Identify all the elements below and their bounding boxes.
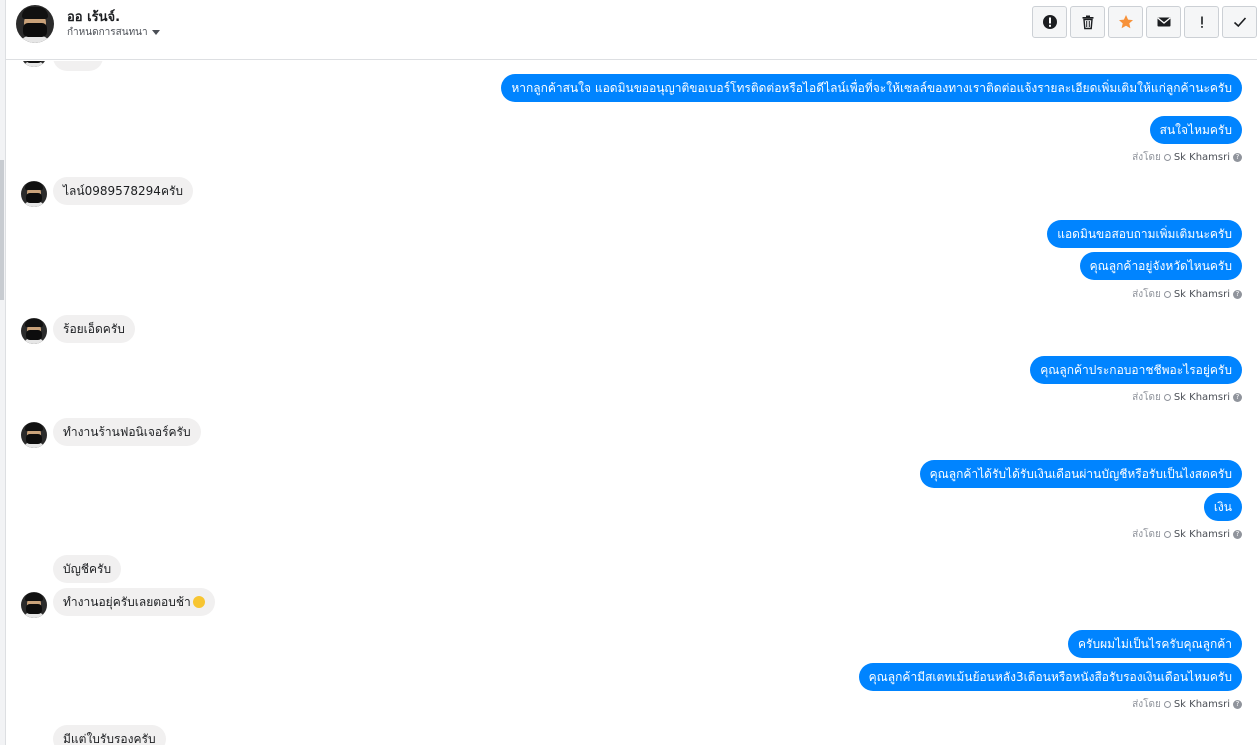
scrollbar-thumb[interactable] (0, 160, 4, 300)
message-bubble-in[interactable]: ไลน์0989578294ครับ (53, 177, 194, 205)
avatar (21, 318, 47, 344)
mark-done-button[interactable] (1222, 6, 1257, 38)
help-icon[interactable]: ? (1233, 153, 1242, 162)
star-icon (1118, 15, 1133, 29)
message-bubble-out[interactable]: คุณลูกค้ามีสเตทเม้นย้อนหลัง3เดือนหรือหนั… (858, 663, 1242, 691)
agent-name[interactable]: Sk Khamsri (1174, 529, 1230, 540)
avatar (21, 181, 47, 207)
message-bubble-out[interactable]: แอดมินขอสอบถามเพิ่มเติมนะครับ (1047, 220, 1242, 248)
alert-circle-icon (1042, 15, 1057, 29)
sent-by-label: ส่งโดย (1132, 289, 1161, 300)
message-bubble-out[interactable]: ครับผมไม่เป็นไรครับคุณลูกค้า (1067, 630, 1242, 658)
conversation-header: ออ เร้นจ์. กำหนดการสนทนา (6, 0, 1257, 60)
avatar (21, 61, 47, 67)
message-bubble-in[interactable]: ทำงานร้านฟอนิเจอร์ครับ (53, 418, 201, 446)
help-icon[interactable]: ? (1233, 530, 1242, 539)
message-bubble-in[interactable]: ร้อยเอ็ดครับ (53, 315, 135, 343)
grinning-face-icon (192, 596, 205, 608)
message-bubble-in[interactable]: บัญชีครับ (53, 555, 122, 583)
chevron-down-icon (151, 30, 160, 35)
assign-conversation-dropdown[interactable]: กำหนดการสนทนา (67, 25, 160, 40)
sent-by-label: ส่งโดย (1132, 529, 1161, 540)
trash-icon (1082, 15, 1093, 30)
sent-by-label: ส่งโดย (1132, 152, 1161, 163)
page-icon (1163, 394, 1171, 401)
sent-by-info: ส่งโดย Sk Khamsri ? (1132, 527, 1242, 542)
assign-label: กำหนดการสนทนา (67, 27, 148, 38)
help-icon[interactable]: ? (1233, 700, 1242, 709)
page-icon (1163, 701, 1171, 708)
message-bubble-out[interactable]: คุณลูกค้าประกอบอาชชีพอะไรอยู่ครับ (1030, 356, 1242, 384)
sent-by-label: ส่งโดย (1132, 699, 1161, 710)
page-icon (1163, 291, 1171, 298)
agent-name[interactable]: Sk Khamsri (1174, 152, 1230, 163)
sent-by-info: ส่งโดย Sk Khamsri ? (1132, 390, 1242, 405)
avatar (21, 592, 47, 618)
check-icon (1233, 17, 1246, 28)
message-bubble-in[interactable]: ทำงานอยุ่ครับเลยตอบช้า (53, 588, 215, 616)
message-bubble-in[interactable]: มีแต่ใบรับรองครับ (53, 725, 166, 745)
conversation-toolbar (1029, 6, 1257, 38)
message-thread[interactable]: หากลูกค้าสนใจ แอดมินขออนุญาติขอเบอร์โทรต… (6, 61, 1257, 745)
agent-name[interactable]: Sk Khamsri (1174, 289, 1230, 300)
mark-spam-button[interactable] (1032, 6, 1067, 38)
page-icon (1163, 154, 1171, 161)
avatar (21, 422, 47, 448)
help-icon[interactable]: ? (1233, 393, 1242, 402)
help-icon[interactable]: ? (1233, 290, 1242, 299)
message-text: ทำงานอยุ่ครับเลยตอบช้า (63, 595, 191, 609)
message-bubble-out[interactable]: คุณลูกค้าอยู่จังหวัดไหนครับ (1079, 252, 1242, 280)
page-icon (1163, 531, 1171, 538)
sent-by-label: ส่งโดย (1132, 392, 1161, 403)
agent-name[interactable]: Sk Khamsri (1174, 392, 1230, 403)
message-bubble-out[interactable]: คุณลูกค้าได้รับได้รับเงินเดือนผ่านบัญชีห… (919, 460, 1242, 488)
sent-by-info: ส่งโดย Sk Khamsri ? (1132, 697, 1242, 712)
message-bubble-out[interactable]: สนใจไหมครับ (1149, 116, 1242, 144)
envelope-icon (1156, 17, 1171, 27)
delete-button[interactable] (1070, 6, 1105, 38)
sent-by-info: ส่งโดย Sk Khamsri ? (1132, 287, 1242, 302)
avatar[interactable] (16, 5, 54, 43)
message-bubble-in (53, 61, 103, 71)
message-bubble-out[interactable]: หากลูกค้าสนใจ แอดมินขออนุญาติขอเบอร์โทรต… (501, 74, 1242, 102)
exclamation-icon (1200, 16, 1203, 28)
follow-up-button[interactable] (1184, 6, 1219, 38)
mark-unread-button[interactable] (1146, 6, 1181, 38)
contact-name[interactable]: ออ เร้นจ์. (67, 6, 120, 27)
message-bubble-out[interactable]: เงิน (1203, 493, 1242, 521)
agent-name[interactable]: Sk Khamsri (1174, 699, 1230, 710)
star-button[interactable] (1108, 6, 1143, 38)
sent-by-info: ส่งโดย Sk Khamsri ? (1132, 150, 1242, 165)
